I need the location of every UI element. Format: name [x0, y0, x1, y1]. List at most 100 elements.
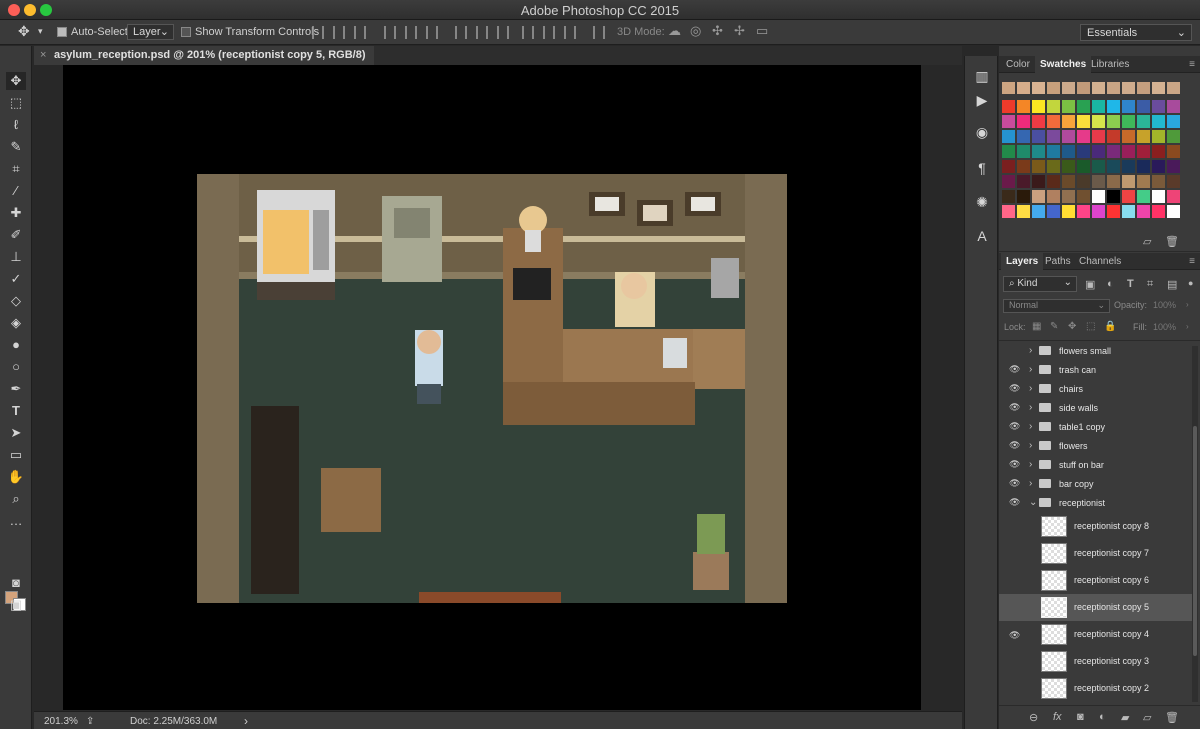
- fill-slider-icon[interactable]: ›: [1186, 322, 1189, 331]
- swatch[interactable]: [1032, 175, 1045, 188]
- swatch[interactable]: [1017, 190, 1030, 203]
- clone-stamp-tool-icon[interactable]: ⊥: [6, 248, 26, 266]
- fill-value[interactable]: 100%: [1153, 322, 1176, 332]
- swatch[interactable]: [1152, 100, 1165, 113]
- lasso-tool-icon[interactable]: ℓ: [6, 116, 26, 134]
- swatch[interactable]: [1002, 190, 1015, 203]
- swatch[interactable]: [1122, 175, 1135, 188]
- opacity-slider-icon[interactable]: ›: [1186, 300, 1189, 309]
- distribute-hcenter-icon[interactable]: [543, 26, 555, 39]
- layer-group-row[interactable]: 👁 › flowers: [999, 437, 1192, 456]
- tab-swatches[interactable]: Swatches: [1035, 56, 1092, 73]
- swatch[interactable]: [1047, 175, 1060, 188]
- layer-row[interactable]: receptionist copy 5: [999, 594, 1192, 621]
- path-selection-tool-icon[interactable]: ➤: [6, 424, 26, 442]
- actions-panel-icon[interactable]: ▶: [974, 92, 990, 108]
- filter-type-icon[interactable]: T: [1127, 278, 1134, 290]
- align-right-icon[interactable]: [426, 26, 438, 39]
- swatch[interactable]: [1137, 130, 1150, 143]
- distribute-vcenter-icon[interactable]: [476, 26, 488, 39]
- lock-artboard-icon[interactable]: ⬚: [1086, 321, 1095, 332]
- swatch[interactable]: [1077, 130, 1090, 143]
- swatch[interactable]: [1062, 130, 1075, 143]
- swatch[interactable]: [1017, 115, 1030, 128]
- eye-icon[interactable]: [1009, 685, 1019, 693]
- swatch[interactable]: [1107, 100, 1120, 113]
- zoom-level[interactable]: 201.3%: [44, 716, 78, 727]
- swatch[interactable]: [1047, 130, 1060, 143]
- swatch[interactable]: [1152, 160, 1165, 173]
- eye-icon[interactable]: 👁: [1009, 631, 1020, 640]
- align-hcenter-icon[interactable]: [405, 26, 417, 39]
- eye-icon[interactable]: 👁: [1009, 479, 1020, 488]
- swatch[interactable]: [1092, 190, 1105, 203]
- tab-channels[interactable]: Channels: [1074, 253, 1126, 270]
- lock-position-icon[interactable]: ✥: [1068, 321, 1076, 332]
- type-tool-icon[interactable]: T: [6, 402, 26, 420]
- swatch[interactable]: [1167, 160, 1180, 173]
- filter-smart-object-icon[interactable]: ▤: [1167, 278, 1177, 291]
- swatch[interactable]: [1032, 205, 1045, 218]
- tab-color[interactable]: Color: [1001, 56, 1035, 73]
- fx-icon[interactable]: fx: [1053, 711, 1062, 723]
- swatch[interactable]: [1002, 145, 1015, 158]
- crop-tool-icon[interactable]: ⌗: [6, 160, 26, 178]
- swatch[interactable]: [1047, 190, 1060, 203]
- swatch[interactable]: [1152, 175, 1165, 188]
- swatch[interactable]: [1092, 175, 1105, 188]
- 3d-slide-icon[interactable]: ✢: [734, 23, 745, 39]
- history-brush-tool-icon[interactable]: ✓: [6, 270, 26, 288]
- move-tool-icon[interactable]: ✥: [6, 72, 26, 90]
- layer-group-row[interactable]: 👁 › chairs: [999, 380, 1192, 399]
- eye-icon[interactable]: 👁: [1009, 498, 1020, 507]
- swatch[interactable]: [1077, 205, 1090, 218]
- swatch[interactable]: [1092, 205, 1105, 218]
- opacity-value[interactable]: 100%: [1153, 300, 1176, 310]
- swatch[interactable]: [1122, 100, 1135, 113]
- swatch[interactable]: [1107, 145, 1120, 158]
- swatch[interactable]: [1017, 160, 1030, 173]
- eye-icon[interactable]: 👁: [1009, 384, 1020, 393]
- swatch[interactable]: [1107, 190, 1120, 203]
- tool-preset-chevron-icon[interactable]: ▾: [38, 26, 43, 37]
- chevron-right-icon[interactable]: ›: [1029, 364, 1032, 375]
- swatch[interactable]: [1107, 175, 1120, 188]
- tab-libraries[interactable]: Libraries: [1086, 56, 1134, 73]
- delete-swatch-icon[interactable]: 🗑: [1165, 235, 1179, 248]
- swatch[interactable]: [1152, 145, 1165, 158]
- auto-align-icon[interactable]: [593, 26, 605, 39]
- layer-scrollbar-thumb[interactable]: [1193, 426, 1197, 656]
- distribute-top-icon[interactable]: [455, 26, 467, 39]
- paint-bucket-tool-icon[interactable]: ◈: [6, 314, 26, 332]
- swatch[interactable]: [1077, 82, 1090, 94]
- chevron-down-icon[interactable]: ⌄: [1029, 497, 1037, 508]
- chevron-right-icon[interactable]: ›: [1029, 459, 1032, 470]
- chevron-right-icon[interactable]: ›: [1029, 402, 1032, 413]
- swatch[interactable]: [1017, 205, 1030, 218]
- marquee-tool-icon[interactable]: ⬚: [6, 94, 26, 112]
- swatch[interactable]: [1077, 160, 1090, 173]
- swatch[interactable]: [1032, 160, 1045, 173]
- show-transform-checkbox[interactable]: [181, 27, 191, 37]
- panel-menu-icon[interactable]: ≡: [1189, 256, 1195, 267]
- swatch[interactable]: [1017, 175, 1030, 188]
- swatch[interactable]: [1092, 100, 1105, 113]
- eye-icon[interactable]: 👁: [1009, 365, 1020, 374]
- swatch[interactable]: [1167, 82, 1180, 94]
- move-tool-icon[interactable]: ✥: [18, 23, 30, 40]
- swatch[interactable]: [1077, 115, 1090, 128]
- swatch[interactable]: [1017, 82, 1030, 94]
- adjustments-panel-icon[interactable]: ◉: [974, 124, 990, 140]
- eye-icon[interactable]: 👁: [1009, 460, 1020, 469]
- filter-shape-icon[interactable]: ⌗: [1147, 278, 1153, 291]
- filter-pixel-icon[interactable]: ▣: [1085, 278, 1095, 291]
- eye-icon[interactable]: [1009, 577, 1019, 585]
- align-vcenter-icon[interactable]: [333, 26, 345, 39]
- chevron-right-icon[interactable]: ›: [1029, 440, 1032, 451]
- swatch[interactable]: [1137, 100, 1150, 113]
- swatch[interactable]: [1002, 130, 1015, 143]
- align-top-icon[interactable]: [312, 26, 324, 39]
- swatch[interactable]: [1047, 82, 1060, 94]
- swatch[interactable]: [1032, 130, 1045, 143]
- healing-brush-tool-icon[interactable]: ✚: [6, 204, 26, 222]
